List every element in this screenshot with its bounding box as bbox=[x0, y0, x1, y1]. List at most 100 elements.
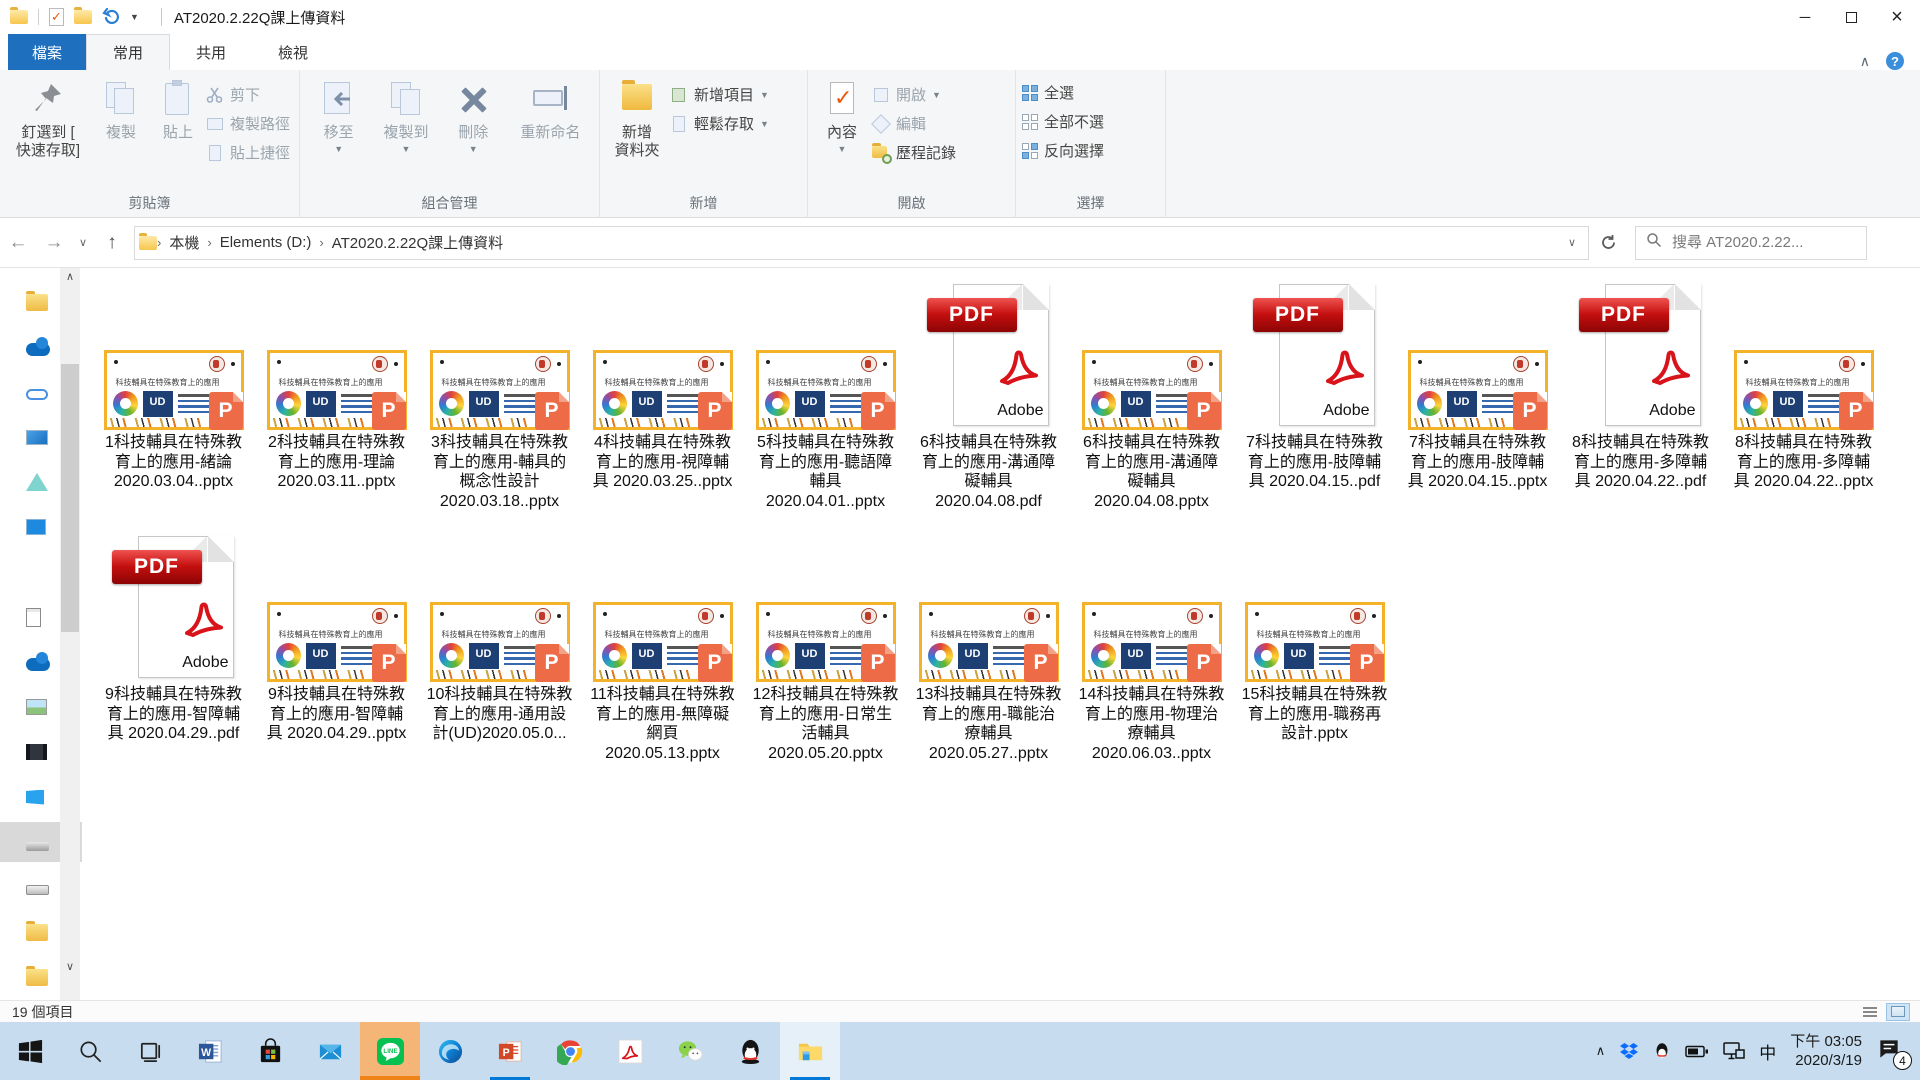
powerpoint-badge-icon: P bbox=[209, 392, 243, 430]
scroll-up-icon[interactable]: ∧ bbox=[60, 268, 80, 286]
file-item[interactable]: 科技輔具在特殊教育上的應用 UD P Adobe PDF 7科技輔具在特殊教育上… bbox=[1396, 278, 1559, 530]
open-button[interactable]: 開啟▼ bbox=[872, 84, 956, 105]
qq-taskbar-button[interactable] bbox=[720, 1022, 780, 1080]
history-button[interactable]: 歷程記錄 bbox=[872, 142, 956, 163]
acrobat-taskbar-button[interactable] bbox=[600, 1022, 660, 1080]
edge-taskbar-button[interactable] bbox=[420, 1022, 480, 1080]
display-tray-icon[interactable] bbox=[1723, 1042, 1745, 1060]
tab-share[interactable]: 共用 bbox=[170, 34, 252, 70]
select-all-button[interactable]: 全選 bbox=[1022, 82, 1104, 103]
file-item[interactable]: 科技輔具在特殊教育上的應用 UD P Adobe PDF 9科技輔具在特殊教育上… bbox=[255, 530, 418, 782]
file-item[interactable]: 科技輔具在特殊教育上的應用 UD P Adobe PDF 10科技輔具在特殊教育… bbox=[418, 530, 581, 782]
file-icon: 科技輔具在特殊教育上的應用 UD P Adobe PDF bbox=[1722, 278, 1885, 430]
breadcrumb-this-pc[interactable]: 本機 bbox=[161, 232, 207, 253]
chrome-taskbar-button[interactable] bbox=[540, 1022, 600, 1080]
file-item[interactable]: 科技輔具在特殊教育上的應用 UD P Adobe PDF 6科技輔具在特殊教育上… bbox=[907, 278, 1070, 530]
delete-button[interactable]: 刪除▼ bbox=[441, 76, 506, 184]
file-item[interactable]: 科技輔具在特殊教育上的應用 UD P Adobe PDF 3科技輔具在特殊教育上… bbox=[418, 278, 581, 530]
easy-access-button[interactable]: 輕鬆存取▼ bbox=[670, 113, 769, 134]
copy-to-button[interactable]: 複製到▼ bbox=[373, 76, 438, 184]
navigation-scrollbar[interactable]: ∧∨ bbox=[60, 268, 80, 1000]
properties-check-icon[interactable] bbox=[49, 8, 64, 26]
file-item[interactable]: 科技輔具在特殊教育上的應用 UD P Adobe PDF 14科技輔具在特殊教育… bbox=[1070, 530, 1233, 782]
file-item[interactable]: 科技輔具在特殊教育上的應用 UD P Adobe PDF 1科技輔具在特殊教育上… bbox=[92, 278, 255, 530]
help-icon[interactable]: ? bbox=[1886, 52, 1904, 70]
hidden-icons-chevron-icon[interactable]: ∧ bbox=[1596, 1043, 1606, 1059]
properties-button[interactable]: 內容▼ bbox=[814, 76, 870, 184]
action-center-icon[interactable]: 4 bbox=[1876, 1036, 1906, 1066]
edit-button[interactable]: 編輯 bbox=[872, 113, 956, 134]
navigation-pane[interactable]: ∧∨ bbox=[0, 268, 82, 1000]
refresh-icon[interactable] bbox=[1589, 226, 1627, 260]
file-name-label: 2科技輔具在特殊教育上的應用-理論 2020.03.11..pptx bbox=[264, 433, 410, 492]
address-dropdown-icon[interactable]: ∨ bbox=[1568, 236, 1584, 249]
file-item[interactable]: 科技輔具在特殊教育上的應用 UD P Adobe PDF 11科技輔具在特殊教育… bbox=[581, 530, 744, 782]
breadcrumb-current-folder[interactable]: AT2020.2.22Q課上傳資料 bbox=[324, 232, 511, 253]
up-button[interactable]: ↑ bbox=[94, 226, 130, 260]
mail-taskbar-button[interactable] bbox=[300, 1022, 360, 1080]
address-box[interactable]: › 本機 › Elements (D:) › AT2020.2.22Q課上傳資料… bbox=[134, 226, 1589, 260]
wechat-taskbar-button[interactable] bbox=[660, 1022, 720, 1080]
new-folder-qat-icon[interactable] bbox=[74, 10, 92, 24]
copy-path-button[interactable]: 複製路徑 bbox=[206, 113, 290, 134]
rename-button[interactable]: 重新命名 bbox=[508, 76, 593, 184]
store-taskbar-button[interactable] bbox=[240, 1022, 300, 1080]
taskbar-clock[interactable]: 下午 03:05 2020/3/19 bbox=[1790, 1032, 1862, 1070]
paste-button[interactable]: 貼上 bbox=[152, 76, 204, 184]
file-item[interactable]: 科技輔具在特殊教育上的應用 UD P Adobe PDF 12科技輔具在特殊教育… bbox=[744, 530, 907, 782]
paste-shortcut-button[interactable]: 貼上捷徑 bbox=[206, 142, 290, 163]
qq-tray-icon[interactable] bbox=[1653, 1041, 1671, 1061]
new-item-button[interactable]: 新增項目▼ bbox=[670, 84, 769, 105]
explorer-taskbar-button[interactable] bbox=[780, 1022, 840, 1080]
scrollbar-thumb[interactable] bbox=[61, 364, 79, 632]
tab-home[interactable]: 常用 bbox=[86, 34, 170, 70]
file-item[interactable]: 科技輔具在特殊教育上的應用 UD P Adobe PDF 6科技輔具在特殊教育上… bbox=[1070, 278, 1233, 530]
search-input[interactable] bbox=[1672, 234, 1842, 251]
search-box[interactable] bbox=[1635, 226, 1867, 260]
undo-icon[interactable] bbox=[102, 6, 120, 29]
new-folder-button[interactable]: 新增 資料夾 bbox=[606, 76, 668, 184]
universal-design-logo-icon: UD bbox=[795, 391, 825, 417]
battery-tray-icon[interactable] bbox=[1685, 1044, 1709, 1059]
powerpoint-taskbar-button[interactable]: P bbox=[480, 1022, 540, 1080]
dropbox-tray-icon[interactable] bbox=[1619, 1041, 1639, 1061]
file-item[interactable]: 科技輔具在特殊教育上的應用 UD P Adobe PDF 7科技輔具在特殊教育上… bbox=[1233, 278, 1396, 530]
ime-language-indicator[interactable]: 中 bbox=[1759, 1039, 1776, 1064]
file-item[interactable]: 科技輔具在特殊教育上的應用 UD P Adobe PDF 8科技輔具在特殊教育上… bbox=[1722, 278, 1885, 530]
invert-selection-button[interactable]: 反向選擇 bbox=[1022, 140, 1104, 161]
copy-button[interactable]: 複製 bbox=[92, 76, 150, 184]
collapse-ribbon-icon[interactable]: ∧ bbox=[1860, 53, 1870, 70]
file-item[interactable]: 科技輔具在特殊教育上的應用 UD P Adobe PDF 8科技輔具在特殊教育上… bbox=[1559, 278, 1722, 530]
recent-locations-icon[interactable]: ∨ bbox=[72, 226, 94, 260]
forward-button[interactable]: → bbox=[36, 226, 72, 260]
taskview-taskbar-button[interactable] bbox=[120, 1022, 180, 1080]
maximize-button[interactable] bbox=[1828, 0, 1874, 34]
file-item[interactable]: 科技輔具在特殊教育上的應用 UD P Adobe PDF 9科技輔具在特殊教育上… bbox=[92, 530, 255, 782]
line-taskbar-button[interactable]: LINE bbox=[360, 1022, 420, 1080]
qat-dropdown-icon[interactable]: ▼ bbox=[130, 12, 139, 22]
file-name-label: 8科技輔具在特殊教育上的應用-多障輔具 2020.04.22..pdf bbox=[1568, 433, 1714, 492]
close-button[interactable]: × bbox=[1874, 0, 1920, 34]
file-item[interactable]: 科技輔具在特殊教育上的應用 UD P Adobe PDF 5科技輔具在特殊教育上… bbox=[744, 278, 907, 530]
details-view-button[interactable] bbox=[1858, 1003, 1882, 1021]
school-seal-icon bbox=[372, 608, 388, 624]
file-item[interactable]: 科技輔具在特殊教育上的應用 UD P Adobe PDF 13科技輔具在特殊教育… bbox=[907, 530, 1070, 782]
breadcrumb-drive[interactable]: Elements (D:) bbox=[212, 234, 320, 251]
file-item[interactable]: 科技輔具在特殊教育上的應用 UD P Adobe PDF 2科技輔具在特殊教育上… bbox=[255, 278, 418, 530]
back-button[interactable]: ← bbox=[0, 226, 36, 260]
word-taskbar-button[interactable]: W bbox=[180, 1022, 240, 1080]
taskbar-apps: W LINE P bbox=[0, 1022, 840, 1080]
file-item[interactable]: 科技輔具在特殊教育上的應用 UD P Adobe PDF 4科技輔具在特殊教育上… bbox=[581, 278, 744, 530]
search-taskbar-button[interactable] bbox=[60, 1022, 120, 1080]
move-to-button[interactable]: 移至▼ bbox=[306, 76, 371, 184]
cut-button[interactable]: 剪下 bbox=[206, 84, 290, 105]
large-icons-view-button[interactable] bbox=[1886, 1003, 1910, 1021]
tab-view[interactable]: 檢視 bbox=[252, 34, 334, 70]
scroll-down-icon[interactable]: ∨ bbox=[60, 958, 80, 976]
minimize-button[interactable]: ─ bbox=[1782, 0, 1828, 34]
start-taskbar-button[interactable] bbox=[0, 1022, 60, 1080]
pin-to-quick-access-button[interactable]: 釘選到 [ 快速存取] bbox=[6, 76, 90, 184]
file-item[interactable]: 科技輔具在特殊教育上的應用 UD P Adobe PDF 15科技輔具在特殊教育… bbox=[1233, 530, 1396, 782]
tab-file[interactable]: 檔案 bbox=[8, 34, 86, 70]
select-none-button[interactable]: 全部不選 bbox=[1022, 111, 1104, 132]
